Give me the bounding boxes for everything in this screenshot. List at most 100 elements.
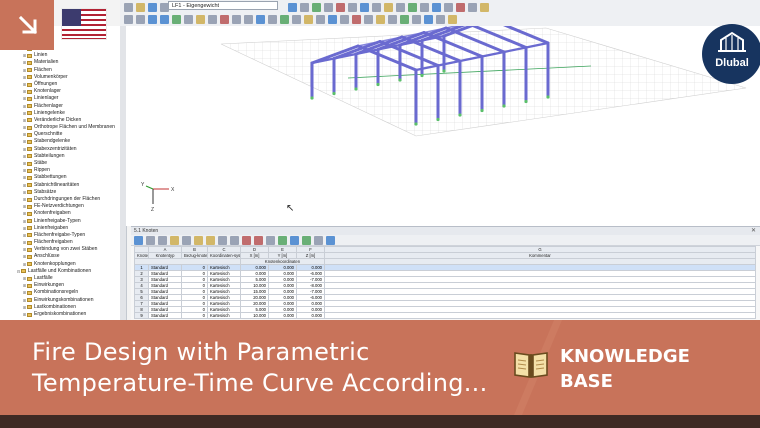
section-icon[interactable] [364,14,373,24]
close-icon[interactable]: ✕ [751,227,756,235]
row-number-cell[interactable]: 9 [134,312,149,319]
navigator-item[interactable]: ⊞ Flächenfreigabe-Typen [16,232,120,239]
z-coordinate-cell[interactable]: 0.000 [296,312,325,319]
table-export-icon[interactable] [182,235,191,245]
table-graph-icon[interactable] [278,235,287,245]
check-icon[interactable] [388,14,397,24]
navigator-item[interactable]: ⊞ Einwirkungskombinationen [16,297,120,304]
navigator-item[interactable]: ⊞ Linienfreigaben [16,225,120,232]
connect-icon[interactable] [280,14,289,24]
render-icon[interactable] [384,2,393,12]
model-canvas[interactable]: X Y Z [126,17,760,226]
load-tool-icon[interactable] [220,14,229,24]
navigator-item[interactable]: ⊞ Volumenkörper [16,74,120,81]
navigator-item[interactable]: ⊞ Stabbettungen [16,174,120,181]
table-row[interactable]: 9 Standard 0 Kartesisch 10.000 0.000 0.000 [134,312,756,319]
move-icon[interactable] [244,14,253,24]
table-sort-icon[interactable] [206,235,215,245]
layer-icon[interactable] [340,14,349,24]
extrude-icon[interactable] [292,14,301,24]
table-insert-row-icon[interactable] [218,235,227,245]
table-import-icon[interactable] [170,235,179,245]
snap-icon[interactable] [408,2,417,12]
table-settings-icon[interactable] [326,235,335,245]
navigator-item[interactable]: ⊞ Flächen [16,67,120,74]
support-tool-icon[interactable] [196,14,205,24]
select-icon[interactable] [348,2,357,12]
navigator-item[interactable]: ⊞ Durchdringungen der Flächen [16,196,120,203]
navigator-item[interactable]: ⊞ Flächenlager [16,103,120,110]
table-check-icon[interactable] [302,235,311,245]
navigator-item[interactable]: ⊞ Materialien [16,59,120,66]
node-tool-icon[interactable] [148,14,157,24]
report-icon[interactable] [412,14,421,24]
x-coordinate-cell[interactable]: 10.000 [240,312,269,319]
navigator-item[interactable]: ⊞ Knotenkopplungen [16,261,120,268]
navigator-item[interactable]: ⊞ Rippen [16,167,120,174]
load-icon[interactable] [456,2,465,12]
3d-model-viewport[interactable]: X Y Z [126,17,760,226]
article-title[interactable]: Fire Design with Parametric Temperature-… [32,337,488,399]
reference-node-cell[interactable]: 0 [181,312,208,319]
line-tool-icon[interactable] [160,14,169,24]
table-filter-icon[interactable] [194,235,203,245]
navigator-item[interactable]: ⊞ Ergebniskombinationen [16,311,120,318]
table-view-icon[interactable] [290,235,299,245]
comment-cell[interactable] [324,312,756,319]
calculate-icon[interactable] [288,2,297,12]
navigator-item[interactable]: ⊞ Öffnungen [16,81,120,88]
table-delete-row-icon[interactable] [230,235,239,245]
navigator-item[interactable]: ⊞ Verbindung von zwei Stäben [16,246,120,253]
navigator-item[interactable]: ⊞ Stabexzentrizitäten [16,146,120,153]
save-icon[interactable] [148,2,157,12]
table-units-icon[interactable] [314,235,323,245]
navigator-item[interactable]: ⊞ FE-Netzverdichtungen [16,203,120,210]
navigator-item[interactable]: ⊞ Stabsätze [16,189,120,196]
hinge-tool-icon[interactable] [208,14,217,24]
coordinate-system-cell[interactable]: Kartesisch [207,312,241,319]
navigator-item[interactable]: ⊞ Stabendgelenke [16,138,120,145]
visibility-icon[interactable] [352,14,361,24]
settings-icon[interactable] [468,2,477,12]
navigator-item[interactable]: ⊞ Linien [16,52,120,59]
dimension-icon[interactable] [316,14,325,24]
navigator-item[interactable]: ⊞ Lastfälle [16,275,120,282]
us-flag-icon[interactable] [61,8,107,40]
table-icon[interactable] [432,2,441,12]
navigator-item[interactable]: ⊞ Orthotrope Flächen und Membranen [16,124,120,131]
table-paste-icon[interactable] [158,235,167,245]
navigator-item[interactable]: ⊞ Linienfreigabe-Typen [16,218,120,225]
navigator-item[interactable]: ⊞ Knotenlager [16,88,120,95]
import-icon[interactable] [436,14,445,24]
copy-icon[interactable] [232,14,241,24]
zoom-icon[interactable] [324,2,333,12]
navigator-item[interactable]: ⊞ Stäbe [16,160,120,167]
navigator-item[interactable]: ⊞ Stabnichtlinearitäten [16,182,120,189]
rotate-icon[interactable] [360,2,369,12]
navigator-item[interactable]: ⊞ Einwirkungen [16,282,120,289]
results-icon[interactable] [300,2,309,12]
new-file-icon[interactable] [124,2,133,12]
table-remove-icon[interactable] [254,235,263,245]
comment-icon[interactable] [328,14,337,24]
guide-icon[interactable] [304,14,313,24]
mesh-icon[interactable] [400,14,409,24]
y-coordinate-cell[interactable]: 0.000 [268,312,297,319]
material-icon[interactable] [376,14,385,24]
navigator-item[interactable]: ⊞ Linienlager [16,95,120,102]
navigator-item[interactable]: ⊞ Kombinationsregeln [16,289,120,296]
navigator-item[interactable]: ⊞ Stabteilungen [16,153,120,160]
navigator-item[interactable]: ⊞ Flächenfreigaben [16,239,120,246]
surface-tool-icon[interactable] [184,14,193,24]
node-type-cell[interactable]: Standard [148,312,182,319]
divide-icon[interactable] [268,14,277,24]
table-edit-icon[interactable] [134,235,143,245]
table-copy-icon[interactable] [146,235,155,245]
export-icon[interactable] [424,14,433,24]
navigator-item[interactable]: ⊞ Anschlüsse [16,253,120,260]
view-icon[interactable] [312,2,321,12]
navigator-item[interactable]: ⊞ Lastkombinationen [16,304,120,311]
wizard-icon[interactable] [448,14,457,24]
redo-icon[interactable] [136,14,145,24]
grid-icon[interactable] [396,2,405,12]
